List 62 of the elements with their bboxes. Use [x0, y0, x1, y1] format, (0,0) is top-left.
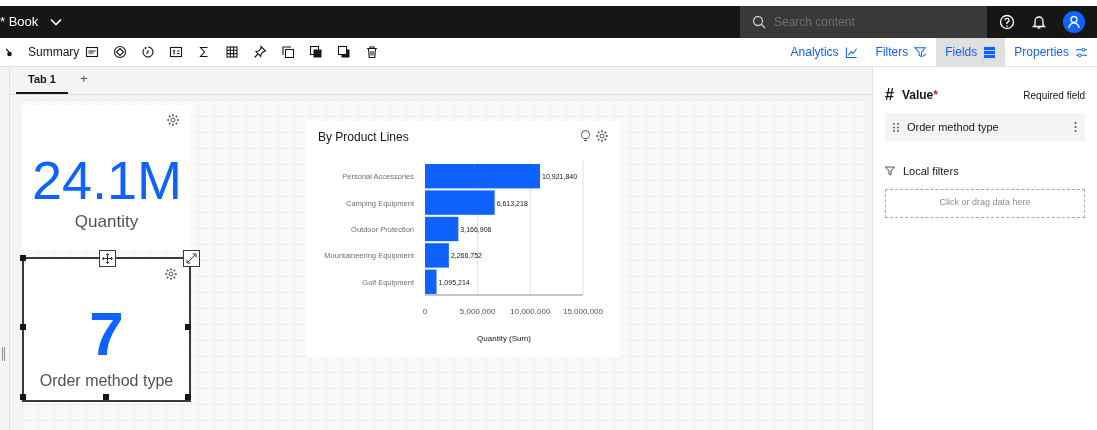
kpi-chart-icon[interactable]	[85, 45, 100, 59]
chevron-down-icon	[50, 18, 63, 26]
tab[interactable]: Tab 1	[16, 70, 68, 94]
text-box-icon[interactable]	[169, 45, 184, 59]
copy-icon[interactable]	[281, 45, 296, 59]
drag-handle-icon	[893, 122, 899, 132]
axis-tick-label: 15,000,000	[563, 307, 603, 316]
lightbulb-icon[interactable]	[581, 130, 590, 142]
kpi-label: Order method type	[38, 371, 175, 391]
settings-icon[interactable]	[596, 130, 608, 142]
filter-edit-icon	[914, 45, 928, 59]
bring-forward-icon[interactable]	[309, 45, 324, 59]
resize-handle[interactable]	[2, 347, 5, 361]
resize-handle[interactable]	[185, 394, 191, 400]
kpi-value: 24.1M	[32, 153, 181, 207]
line-chart-icon	[844, 45, 858, 59]
overflow-menu-icon[interactable]	[1074, 122, 1077, 132]
trash-icon[interactable]	[365, 45, 380, 59]
move-icon	[102, 253, 113, 264]
send-backward-icon[interactable]	[337, 45, 352, 59]
resize-handle[interactable]	[20, 324, 26, 330]
field-item[interactable]: Order method type	[885, 113, 1085, 141]
help-icon[interactable]	[999, 14, 1015, 30]
local-filters-heading: Local filters	[903, 164, 959, 179]
axis-tick-label: 5,000,000	[459, 307, 496, 316]
diamond-icon[interactable]	[113, 45, 128, 59]
resize-handle[interactable]	[20, 255, 26, 261]
maximize-icon	[186, 253, 197, 264]
user-avatar-icon[interactable]	[1063, 11, 1085, 33]
hash-symbol: #	[885, 85, 894, 105]
data-fields-icon	[983, 45, 997, 59]
resize-handle[interactable]	[103, 394, 109, 400]
table-icon[interactable]	[225, 45, 240, 59]
bar[interactable]	[425, 269, 437, 294]
required-note: Required field	[1023, 88, 1085, 103]
maximize-handle[interactable]	[183, 250, 200, 267]
notification-bell-icon[interactable]	[1031, 14, 1047, 30]
axis-tick-label: 10,000,000	[510, 307, 551, 316]
workbook-title-button[interactable]: * Book	[0, 6, 75, 38]
resize-handle[interactable]	[185, 324, 191, 330]
pin-icon[interactable]	[253, 45, 268, 59]
bar[interactable]	[425, 216, 459, 242]
chart-title: By Product Lines	[318, 129, 409, 146]
add-tab-button[interactable]: +	[79, 68, 88, 88]
panel-tab[interactable]: Fields	[936, 38, 1006, 66]
paint-icon[interactable]	[6, 47, 12, 57]
drop-zone[interactable]: Click or drag data here	[885, 188, 1085, 218]
bar[interactable]	[425, 164, 541, 189]
value-heading: Value*	[901, 87, 938, 104]
kpi-value: 7	[88, 303, 125, 365]
move-handle[interactable]	[99, 250, 116, 267]
filter-icon	[885, 166, 895, 177]
axis-tick-label: 0	[422, 307, 428, 316]
settings-icon[interactable]	[165, 268, 177, 280]
resize-handle[interactable]	[20, 394, 26, 400]
summary-label[interactable]: Summary	[28, 43, 80, 61]
search-icon	[752, 15, 766, 29]
refresh-clock-icon[interactable]	[141, 45, 156, 59]
settings-icon[interactable]	[167, 114, 179, 126]
kpi-label: Quantity	[73, 211, 140, 233]
sliders-icon	[1075, 45, 1088, 59]
axis-title: Quantity (Sum)	[477, 334, 531, 343]
